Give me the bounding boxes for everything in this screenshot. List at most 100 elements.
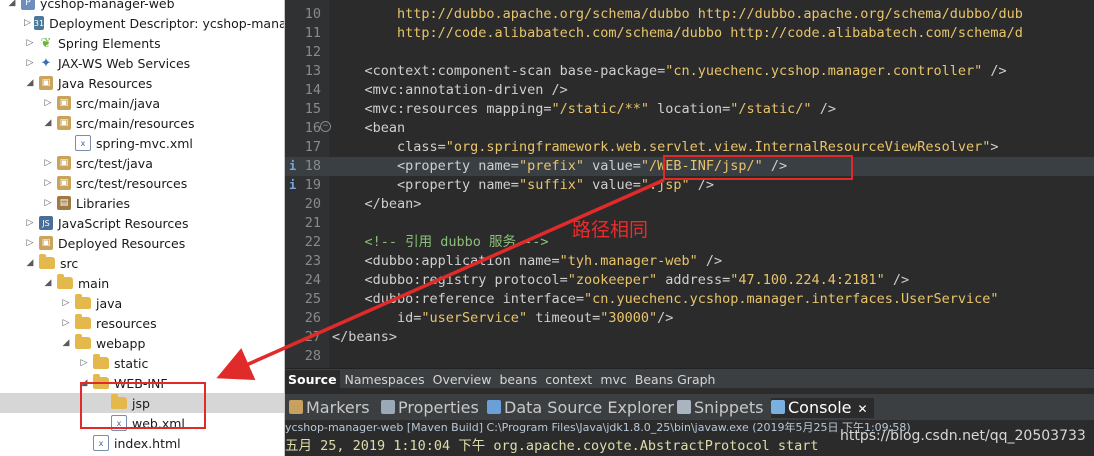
xml-markup: >	[990, 139, 999, 155]
info-marker-icon[interactable]: i	[289, 176, 296, 195]
view-tab-properties[interactable]: Properties	[381, 398, 479, 418]
info-marker-icon[interactable]: i	[289, 157, 296, 176]
collapsed-chevron-icon[interactable]: ▷	[60, 297, 72, 309]
tree-item[interactable]: x spring-mvc.xml	[0, 133, 284, 153]
fold-toggle-icon[interactable]: −	[320, 121, 331, 132]
editor-tab-beans-graph[interactable]: Beans Graph	[632, 370, 719, 389]
line-number: 25	[304, 291, 321, 307]
csdn-watermark: https://blog.csdn.net/qq_20503733	[840, 428, 1086, 444]
code-line[interactable]: 23 <dubbo:application name="tyh.manager-…	[285, 252, 1094, 271]
tree-item[interactable]: x web.xml	[0, 413, 284, 433]
code-line[interactable]: 12	[285, 43, 1094, 62]
tree-item[interactable]: ◢ ▣ Java Resources	[0, 73, 284, 93]
tree-item-label: Spring Elements	[58, 35, 161, 51]
xml-editor[interactable]: 10 http://dubbo.apache.org/schema/dubbo …	[285, 0, 1094, 368]
code-line[interactable]: i 19 <property name="suffix" value=".jsp"…	[285, 176, 1094, 195]
collapsed-chevron-icon[interactable]: ▷	[42, 97, 54, 109]
view-tab-snippets[interactable]: Snippets	[677, 398, 764, 418]
tree-item[interactable]: ▷ ❦ Spring Elements	[0, 33, 284, 53]
tree-item[interactable]: ▷ java	[0, 293, 284, 313]
tree-item-label: ycshop-manager-web	[40, 0, 175, 11]
attribute-value: "/static/**"	[551, 101, 649, 117]
view-tab-data-source-explorer[interactable]: Data Source Explorer	[487, 398, 674, 418]
xml-markup: />	[689, 177, 715, 193]
xml-markup: <dubbo:application name=	[332, 253, 560, 269]
expanded-chevron-icon[interactable]: ◢	[60, 337, 72, 349]
tree-item[interactable]: x index.html	[0, 433, 284, 453]
expanded-chevron-icon[interactable]: ◢	[24, 257, 36, 269]
view-tab-console[interactable]: Console ✕	[771, 398, 874, 418]
attribute-value: "/WEB-INF/jsp/"	[640, 158, 763, 174]
collapsed-chevron-icon[interactable]: ▷	[24, 217, 36, 229]
tree-item[interactable]: ▷ ▣ src/test/resources	[0, 173, 284, 193]
tree-item[interactable]: ◢ webapp	[0, 333, 284, 353]
tree-item[interactable]: ▷ 31 Deployment Descriptor: ycshop-mana	[0, 13, 284, 33]
tree-item[interactable]: ▷ ▤ Libraries	[0, 193, 284, 213]
view-tab-markers[interactable]: Markers	[289, 398, 370, 418]
collapsed-chevron-icon[interactable]: ▷	[60, 317, 72, 329]
collapsed-chevron-icon[interactable]: ▷	[42, 177, 54, 189]
code-line[interactable]: 15 <mvc:resources mapping="/static/**" l…	[285, 100, 1094, 119]
editor-tab-context[interactable]: context	[542, 370, 595, 389]
code-line[interactable]: 24 <dubbo:registry protocol="zookeeper" …	[285, 271, 1094, 290]
code-line[interactable]: 21	[285, 214, 1094, 233]
collapsed-chevron-icon[interactable]: ▷	[24, 17, 31, 29]
line-number: 17	[304, 139, 321, 155]
code-line[interactable]: 13 <context:component-scan base-package=…	[285, 62, 1094, 81]
editor-tab-mvc[interactable]: mvc	[597, 370, 629, 389]
tree-item[interactable]: ▷ ▣ src/test/java	[0, 153, 284, 173]
editor-tab-source[interactable]: Source	[285, 370, 340, 389]
tree-item[interactable]: ◢ ▣ src/main/resources	[0, 113, 284, 133]
close-icon[interactable]: ✕	[858, 402, 868, 416]
code-text: <dubbo:reference interface="cn.yuechenc.…	[332, 290, 999, 309]
tree-item[interactable]: ▷ JS JavaScript Resources	[0, 213, 284, 233]
tree-item[interactable]: ◢ src	[0, 253, 284, 273]
line-number: 14	[304, 82, 321, 98]
tree-item[interactable]: ▷ static	[0, 353, 284, 373]
tree-item[interactable]: ◢ Pycshop-manager-web	[0, 0, 284, 13]
collapsed-chevron-icon[interactable]: ▷	[24, 237, 36, 249]
editor-tab-overview[interactable]: Overview	[430, 370, 495, 389]
line-number: 27	[304, 329, 321, 345]
code-line[interactable]: 10 http://dubbo.apache.org/schema/dubbo …	[285, 5, 1094, 24]
collapsed-chevron-icon[interactable]: ▷	[42, 197, 54, 209]
code-line[interactable]: 26 id="userService" timeout="30000"/>	[285, 309, 1094, 328]
code-line[interactable]: 17 class="org.springframework.web.servle…	[285, 138, 1094, 157]
tree-item[interactable]: jsp	[0, 393, 284, 413]
collapsed-chevron-icon[interactable]: ▷	[24, 37, 36, 49]
tree-item[interactable]: ▷ resources	[0, 313, 284, 333]
collapsed-chevron-icon[interactable]: ▷	[24, 57, 36, 69]
attribute-value: "prefix"	[518, 158, 584, 174]
collapsed-chevron-icon[interactable]: ▷	[78, 357, 90, 369]
xml-markup: />	[982, 63, 1007, 79]
tree-item[interactable]: ◢ main	[0, 273, 284, 293]
code-line[interactable]: 22 <!-- 引用 dubbo 服务 -->	[285, 233, 1094, 252]
code-line[interactable]: 25 <dubbo:reference interface="cn.yueche…	[285, 290, 1094, 309]
collapsed-chevron-icon[interactable]: ▷	[42, 157, 54, 169]
project-icon: P	[21, 0, 35, 10]
code-line[interactable]: 28	[285, 347, 1094, 366]
code-line[interactable]: 14 <mvc:annotation-driven />	[285, 81, 1094, 100]
editor-tab-namespaces[interactable]: Namespaces	[342, 370, 428, 389]
xml-markup: class=	[332, 139, 446, 155]
line-number: 28	[304, 348, 321, 364]
code-line[interactable]: 11 http://code.alibabatech.com/schema/du…	[285, 24, 1094, 43]
editor-tab-beans[interactable]: beans	[496, 370, 540, 389]
tree-item[interactable]: ▷ ✦ JAX-WS Web Services	[0, 53, 284, 73]
expanded-chevron-icon[interactable]: ◢	[78, 377, 90, 389]
expanded-chevron-icon[interactable]: ◢	[42, 117, 54, 129]
line-number: 19	[304, 177, 321, 193]
code-line[interactable]: 16− <bean	[285, 119, 1094, 138]
xml-markup: />	[762, 158, 788, 174]
attribute-value: "userService"	[421, 310, 528, 326]
expanded-chevron-icon[interactable]: ◢	[6, 0, 18, 9]
tree-item[interactable]: ◢ WEB-INF	[0, 373, 284, 393]
expanded-chevron-icon[interactable]: ◢	[24, 77, 36, 89]
code-line[interactable]: 20 </bean>	[285, 195, 1094, 214]
markers-icon	[289, 400, 303, 414]
expanded-chevron-icon[interactable]: ◢	[42, 277, 54, 289]
code-line[interactable]: i 18 <property name="prefix" value="/WEB-…	[285, 157, 1094, 176]
code-line[interactable]: 27 </beans>	[285, 328, 1094, 347]
tree-item[interactable]: ▷ ▣ src/main/java	[0, 93, 284, 113]
tree-item[interactable]: ▷ ▣ Deployed Resources	[0, 233, 284, 253]
